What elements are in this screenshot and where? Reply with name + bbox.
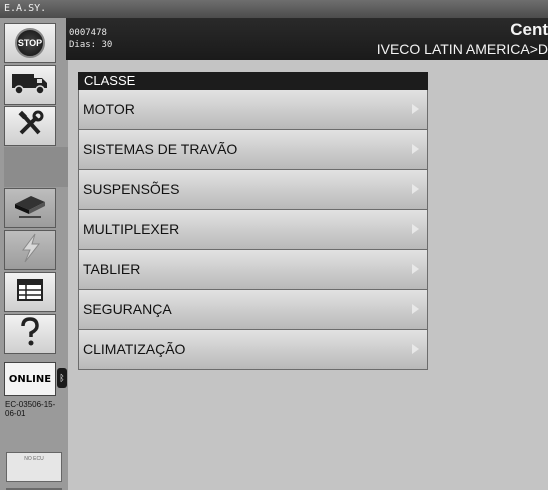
stop-label: STOP — [17, 38, 43, 48]
connection-status-button[interactable]: ONLINE — [4, 362, 56, 396]
flash-button[interactable] — [4, 230, 56, 270]
sidebar: STOP ONLINE ᛒ EC-03506-15-06-01 NO ECU — [0, 18, 68, 490]
menu-item-label: SEGURANÇA — [83, 301, 172, 317]
help-icon — [17, 316, 43, 353]
menu-item-label: TABLIER — [83, 261, 141, 277]
menu-item-label: SUSPENSÕES — [83, 181, 180, 197]
stop-icon: STOP — [15, 28, 45, 58]
header-path: IVECO LATIN AMERICA>D — [376, 41, 548, 57]
menu-header: CLASSE — [78, 72, 428, 90]
menu-item-label: CLIMATIZAÇÃO — [83, 341, 186, 357]
arrow-right-icon — [412, 304, 419, 314]
menu-item-motor[interactable]: MOTOR — [78, 90, 428, 130]
menu-item-brakes[interactable]: SISTEMAS DE TRAVÃO — [78, 130, 428, 170]
menu-item-label: MULTIPLEXER — [83, 221, 180, 237]
device-id: EC-03506-15-06-01 — [5, 400, 56, 418]
header-title: Cent — [510, 20, 548, 39]
window-title: E.A.SY. — [0, 0, 548, 18]
connection-status-label: ONLINE — [8, 373, 52, 385]
bluetooth-icon: ᛒ — [57, 368, 67, 388]
header-bar: 0007478 Dias: 30 Cent IVECO LATIN AMERIC… — [66, 18, 548, 60]
tools-icon — [15, 109, 45, 144]
arrow-right-icon — [412, 144, 419, 154]
menu-item-suspension[interactable]: SUSPENSÕES — [78, 170, 428, 210]
no-ecu-panel: NO ECU — [6, 452, 62, 482]
menu-item-label: SISTEMAS DE TRAVÃO — [83, 141, 238, 157]
menu-item-climate[interactable]: CLIMATIZAÇÃO — [78, 330, 428, 370]
arrow-right-icon — [412, 224, 419, 234]
help-button[interactable] — [4, 314, 56, 354]
table-button[interactable] — [4, 272, 56, 312]
vehicle-button[interactable] — [4, 65, 56, 105]
menu-item-label: MOTOR — [83, 101, 135, 117]
arrow-right-icon — [412, 264, 419, 274]
lightning-icon — [15, 232, 45, 269]
menu-item-tablier[interactable]: TABLIER — [78, 250, 428, 290]
arrow-right-icon — [412, 344, 419, 354]
table-icon — [16, 278, 44, 307]
ecu-device-icon — [11, 190, 49, 227]
sidebar-spacer — [4, 147, 68, 187]
truck-icon — [10, 70, 50, 101]
tools-button[interactable] — [4, 106, 56, 146]
arrow-right-icon — [412, 104, 419, 114]
class-menu: CLASSE MOTOR SISTEMAS DE TRAVÃO SUSPENSÕ… — [78, 72, 428, 370]
header-days: Dias: 30 — [69, 40, 113, 50]
header-code: 0007478 — [69, 28, 107, 38]
stop-button[interactable]: STOP — [4, 23, 56, 63]
menu-item-multiplexer[interactable]: MULTIPLEXER — [78, 210, 428, 250]
ecu-device-button[interactable] — [4, 188, 56, 228]
no-ecu-label: NO ECU — [24, 456, 44, 462]
menu-item-security[interactable]: SEGURANÇA — [78, 290, 428, 330]
arrow-right-icon — [412, 184, 419, 194]
